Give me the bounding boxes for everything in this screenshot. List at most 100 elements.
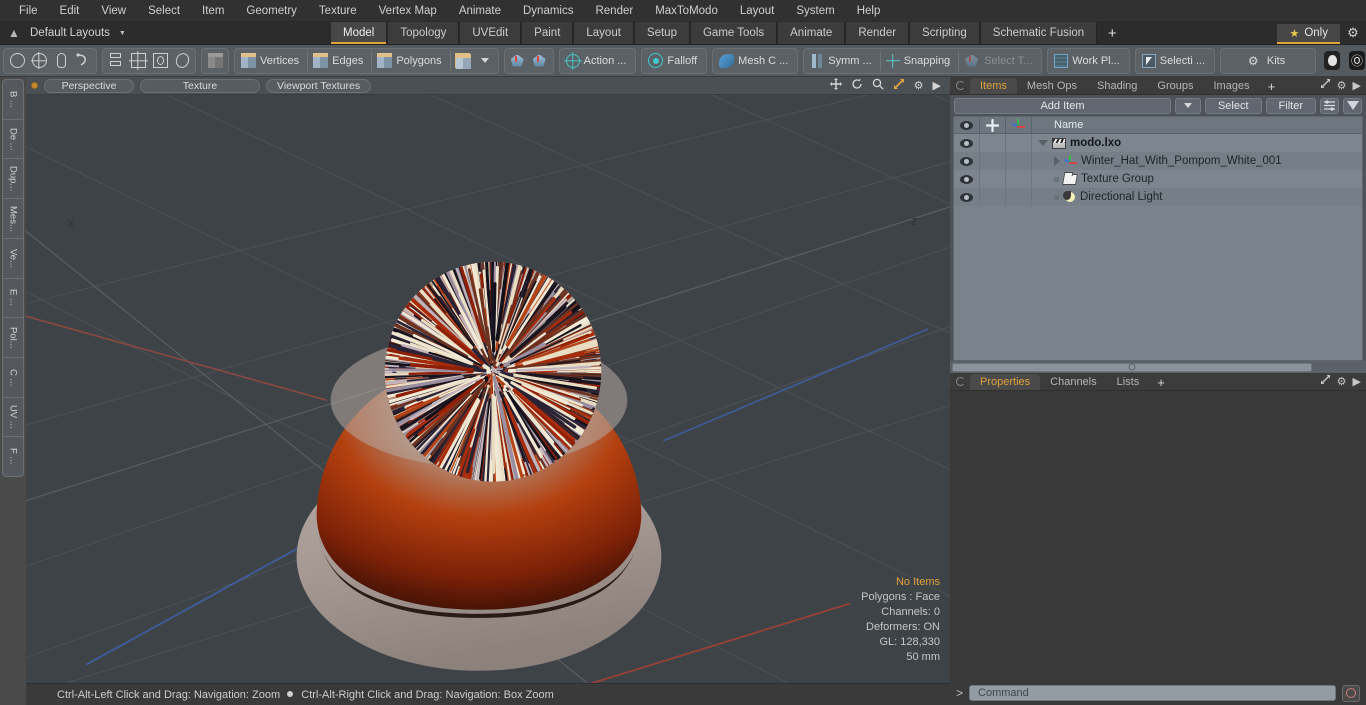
mesh-constraint-button[interactable]: Mesh C ...: [715, 50, 795, 72]
row-add-cell[interactable]: [980, 170, 1006, 188]
snapping-button[interactable]: Snapping: [882, 50, 958, 72]
tab-properties[interactable]: Properties: [970, 374, 1041, 390]
row-name-cell[interactable]: Texture Group: [1032, 173, 1362, 185]
tab-model[interactable]: Model: [330, 22, 388, 44]
chevron-down-icon[interactable]: [1038, 140, 1048, 146]
tab-images[interactable]: Images: [1204, 78, 1260, 94]
column-add-header[interactable]: [980, 116, 1006, 134]
tab-shading[interactable]: Shading: [1087, 78, 1147, 94]
menu-item-file[interactable]: File: [8, 0, 49, 22]
menu-item-render[interactable]: Render: [584, 0, 644, 22]
panel-menu-icon[interactable]: [956, 81, 965, 90]
table-row[interactable]: Winter_Hat_With_Pompom_White_001: [954, 152, 1362, 170]
command-input[interactable]: Command: [969, 685, 1336, 701]
row-add-cell[interactable]: [980, 134, 1006, 152]
add-properties-tab-button[interactable]: +: [1149, 376, 1173, 390]
chevron-down-icon[interactable]: [474, 50, 496, 72]
expand-icon[interactable]: [1320, 374, 1331, 388]
tab-animate[interactable]: Animate: [777, 22, 846, 44]
row-add-cell[interactable]: [980, 188, 1006, 206]
circle-icon[interactable]: [6, 50, 28, 72]
table-row[interactable]: modo.lxo: [954, 134, 1362, 152]
tool-tab-vertex[interactable]: Ve...: [3, 239, 23, 279]
add-item-dropdown[interactable]: [1174, 97, 1201, 114]
tab-scripting[interactable]: Scripting: [909, 22, 980, 44]
viewport-textures-dropdown[interactable]: Viewport Textures: [266, 78, 372, 93]
tool-tab-uv[interactable]: UV ...: [3, 398, 23, 438]
tab-layout[interactable]: Layout: [573, 22, 634, 44]
tool-tab-curve[interactable]: C ...: [3, 358, 23, 398]
column-visibility-header[interactable]: [954, 116, 980, 134]
row-transform-cell[interactable]: [1006, 188, 1032, 206]
mode-edges-button[interactable]: Edges: [309, 50, 370, 72]
tool-tab-edge[interactable]: E ...: [3, 279, 23, 319]
gear-icon[interactable]: ⚙: [1340, 22, 1366, 44]
row-name-cell[interactable]: Winter_Hat_With_Pompom_White_001: [1032, 155, 1362, 167]
tool-tab-duplicate[interactable]: Dup...: [3, 159, 23, 200]
menu-item-geometry[interactable]: Geometry: [235, 0, 308, 22]
row-visibility-toggle[interactable]: [954, 134, 980, 152]
gear-icon[interactable]: ⚙: [1337, 79, 1347, 92]
scrollbar-thumb[interactable]: [952, 362, 1312, 372]
record-icon[interactable]: [1342, 684, 1360, 702]
tab-channels[interactable]: Channels: [1040, 374, 1106, 390]
viewport-projection-dropdown[interactable]: Perspective: [44, 78, 134, 93]
tool-tab-mesh-edit[interactable]: Mes...: [3, 199, 23, 239]
sphere-icon[interactable]: [28, 50, 50, 72]
menu-item-system[interactable]: System: [785, 0, 845, 22]
select-through-button[interactable]: Select T...: [960, 50, 1039, 72]
expand-icon[interactable]: [1320, 78, 1331, 92]
menu-item-maxtomodo[interactable]: MaxToModo: [644, 0, 729, 22]
select-button[interactable]: Select: [1204, 97, 1262, 114]
row-add-cell[interactable]: [980, 152, 1006, 170]
column-transform-header[interactable]: [1006, 116, 1032, 134]
menu-item-edit[interactable]: Edit: [49, 0, 91, 22]
menu-item-item[interactable]: Item: [191, 0, 235, 22]
item-tree-horizontal-scrollbar[interactable]: [950, 361, 1366, 373]
tool-tab-basic[interactable]: B ...: [3, 80, 23, 120]
tab-topology[interactable]: Topology: [387, 22, 460, 44]
panel-menu-icon[interactable]: [956, 377, 965, 386]
square-circle-icon[interactable]: [149, 50, 171, 72]
tab-setup[interactable]: Setup: [633, 22, 690, 44]
tab-lists[interactable]: Lists: [1107, 374, 1150, 390]
row-name-cell[interactable]: modo.lxo: [1032, 137, 1362, 149]
filter-button[interactable]: Filter: [1265, 97, 1316, 114]
tab-schematic-fusion[interactable]: Schematic Fusion: [979, 22, 1098, 44]
table-row[interactable]: Directional Light: [954, 188, 1362, 206]
chevron-right-icon[interactable]: ▶: [1353, 375, 1361, 388]
plus-box-icon[interactable]: [127, 50, 149, 72]
menu-item-dynamics[interactable]: Dynamics: [512, 0, 584, 22]
capsule-icon[interactable]: [50, 50, 72, 72]
tab-render[interactable]: Render: [845, 22, 910, 44]
row-transform-cell[interactable]: [1006, 152, 1032, 170]
tab-items[interactable]: Items: [970, 78, 1017, 94]
row-transform-cell[interactable]: [1006, 170, 1032, 188]
action-center-button[interactable]: Action ...: [562, 50, 634, 72]
falloff-button[interactable]: Falloff: [644, 50, 704, 72]
list-options-icon[interactable]: [1320, 97, 1339, 114]
add-item-button[interactable]: Add Item: [954, 97, 1171, 114]
item-tree[interactable]: Name modo.lxo Winter_Hat_With_Pompom_Whi…: [953, 116, 1363, 361]
menu-item-animate[interactable]: Animate: [448, 0, 512, 22]
chevron-right-icon[interactable]: [1054, 156, 1060, 166]
selection-set-button[interactable]: Selecti ...: [1138, 50, 1212, 72]
chevron-right-icon[interactable]: ▶: [1353, 79, 1361, 92]
viewport-shading-dropdown[interactable]: Texture: [140, 78, 260, 93]
home-icon[interactable]: ▲: [4, 26, 24, 40]
row-visibility-toggle[interactable]: [954, 170, 980, 188]
mode-polygons-button[interactable]: Polygons: [373, 50, 448, 72]
row-transform-cell[interactable]: [1006, 134, 1032, 152]
funnel-icon[interactable]: [1343, 97, 1362, 114]
stack-icon[interactable]: [105, 50, 127, 72]
menu-item-layout[interactable]: Layout: [729, 0, 786, 22]
pin-b-icon[interactable]: [529, 50, 551, 72]
row-visibility-toggle[interactable]: [954, 188, 980, 206]
table-row[interactable]: Texture Group: [954, 170, 1362, 188]
add-tab-button[interactable]: +: [1097, 22, 1128, 44]
menu-item-view[interactable]: View: [90, 0, 137, 22]
curve-icon[interactable]: [72, 50, 94, 72]
modo-icon[interactable]: [1321, 50, 1343, 72]
rotate-icon[interactable]: [851, 78, 863, 93]
tool-tab-falloff[interactable]: F ...: [3, 437, 23, 476]
